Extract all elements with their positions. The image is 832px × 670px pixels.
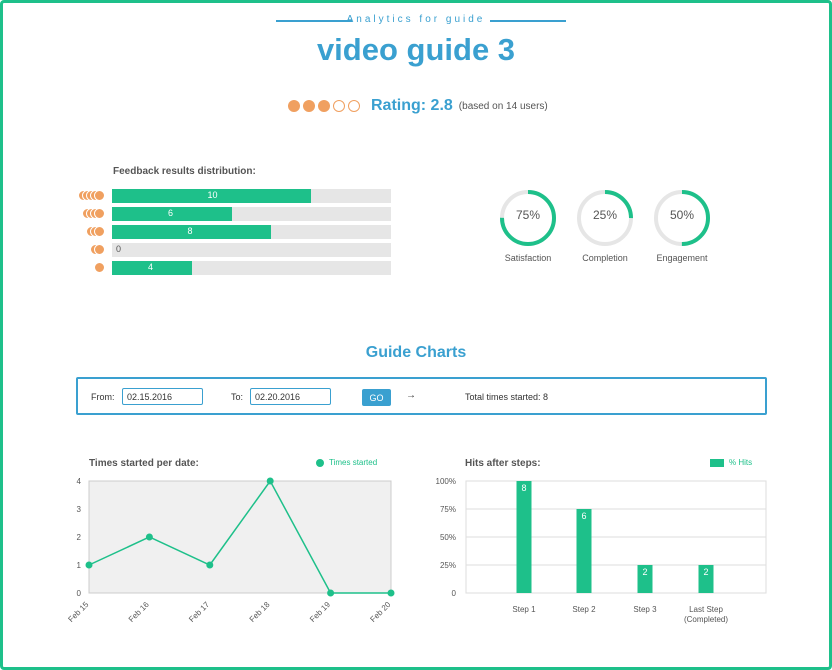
x-tick-label: Last Step — [689, 605, 723, 614]
feedback-bar-track: 0 — [112, 243, 391, 257]
bar-chart-legend: % Hits — [710, 458, 752, 467]
arrow-icon: → — [406, 390, 416, 401]
feedback-dots-icon — [76, 225, 106, 239]
page-title: video guide 3 — [316, 32, 516, 67]
x-tick-label: Feb 15 — [66, 600, 90, 624]
feedback-dots-icon — [76, 261, 106, 275]
feedback-bar-track: 6 — [112, 207, 391, 221]
x-tick-label: (Completed) — [684, 615, 728, 624]
bar-value-label: 6 — [581, 511, 586, 521]
legend-square-icon — [710, 458, 724, 467]
x-tick-label: Feb 19 — [308, 600, 332, 624]
feedback-bar-value: 6 — [168, 208, 174, 218]
y-tick-label: 4 — [77, 477, 82, 486]
page-kicker: Analytics for guide — [346, 14, 486, 25]
y-tick-label: 100% — [436, 477, 456, 486]
feedback-bar-track: 4 — [112, 261, 391, 275]
feedback-dots-icon — [76, 189, 106, 203]
total-times-started: Total times started: 8 — [465, 392, 549, 402]
rating-dot-icon — [333, 100, 345, 112]
donut-satisfaction: 75% Satisfaction — [498, 188, 558, 263]
rating-dots — [288, 100, 363, 112]
x-tick-label: Step 2 — [572, 605, 596, 614]
feedback-title: Feedback results distribution: — [113, 166, 256, 177]
y-tick-label: 25% — [440, 561, 456, 570]
data-point — [206, 561, 214, 569]
donut-engagement: 50% Engagement — [652, 188, 712, 263]
to-date-input[interactable] — [250, 388, 331, 405]
y-tick-label: 0 — [77, 589, 82, 598]
x-tick-label: Step 1 — [512, 605, 536, 614]
feedback-bar-value: 10 — [207, 190, 218, 200]
rating-dot-icon — [303, 100, 315, 112]
rating-dot-icon — [348, 100, 360, 112]
line-chart: 0 1 2 3 4 Feb 15 Feb 16 Feb 17 Feb 18 Feb 19 Feb 2… — [66, 477, 395, 624]
from-label: From: — [91, 392, 115, 402]
bar-chart: 0 25% 50% 75% 100% 8 Step 1 6 Step 2 2 Step 3 2 Last… — [436, 477, 767, 624]
y-tick-label: 3 — [77, 505, 82, 514]
bar — [516, 481, 532, 593]
feedback-bar-track: 8 — [112, 225, 391, 239]
from-date-input[interactable] — [122, 388, 203, 405]
x-tick-label: Feb 20 — [368, 600, 392, 624]
x-tick-label: Step 3 — [633, 605, 657, 614]
bar-value-label: 2 — [642, 567, 647, 577]
x-tick-label: Feb 16 — [127, 600, 151, 624]
donut-label: Engagement — [656, 253, 708, 263]
bar-legend-label: % Hits — [729, 458, 753, 467]
donut-completion: 25% Completion — [575, 188, 635, 263]
data-point — [266, 477, 274, 485]
donut-percent: 25% — [592, 208, 618, 222]
x-tick-label: Feb 18 — [248, 600, 272, 624]
feedback-bar-track: 10 — [112, 189, 391, 203]
line-chart-legend: Times started — [316, 458, 377, 467]
bar-value-label: 8 — [521, 483, 526, 493]
date-filter-bar: From: To: GO → Total times started: 8 — [76, 377, 767, 415]
x-tick-label: Feb 17 — [187, 600, 211, 624]
rating-count: (based on 14 users) — [458, 100, 548, 112]
bar-value-label: 2 — [703, 567, 708, 577]
y-tick-label: 0 — [452, 589, 457, 598]
legend-dot-icon — [316, 458, 324, 467]
rating-dot-icon — [318, 100, 330, 112]
to-label: To: — [231, 392, 244, 402]
feedback-dots-icon — [76, 207, 106, 221]
go-button[interactable]: GO — [362, 389, 391, 406]
data-point — [145, 533, 153, 541]
plot-area — [88, 480, 392, 594]
y-tick-label: 2 — [77, 533, 82, 542]
line-legend-label: Times started — [329, 458, 378, 467]
feedback-bar-value: 4 — [148, 262, 154, 272]
donut-label: Completion — [582, 253, 628, 263]
bar — [576, 509, 592, 593]
feedback-dots-icon — [76, 243, 106, 257]
data-point — [85, 561, 93, 569]
y-tick-label: 50% — [440, 533, 456, 542]
bar-chart-title: Hits after steps: — [465, 458, 541, 469]
rating-summary: Rating: 2.8 (based on 14 users) — [288, 96, 548, 116]
donut-percent: 50% — [669, 208, 695, 222]
rating-dot-icon — [288, 100, 300, 112]
data-point — [387, 589, 395, 597]
feedback-bar-value: 8 — [187, 226, 193, 236]
section-title: Guide Charts — [365, 344, 467, 361]
y-tick-label: 75% — [440, 505, 456, 514]
y-tick-label: 1 — [77, 561, 82, 570]
data-point — [327, 589, 335, 597]
rating-value: Rating: 2.8 — [371, 97, 453, 114]
feedback-bar-value: 0 — [116, 244, 122, 254]
donut-label: Satisfaction — [504, 253, 552, 263]
line-chart-title: Times started per date: — [89, 458, 199, 469]
donut-percent: 75% — [515, 208, 541, 222]
